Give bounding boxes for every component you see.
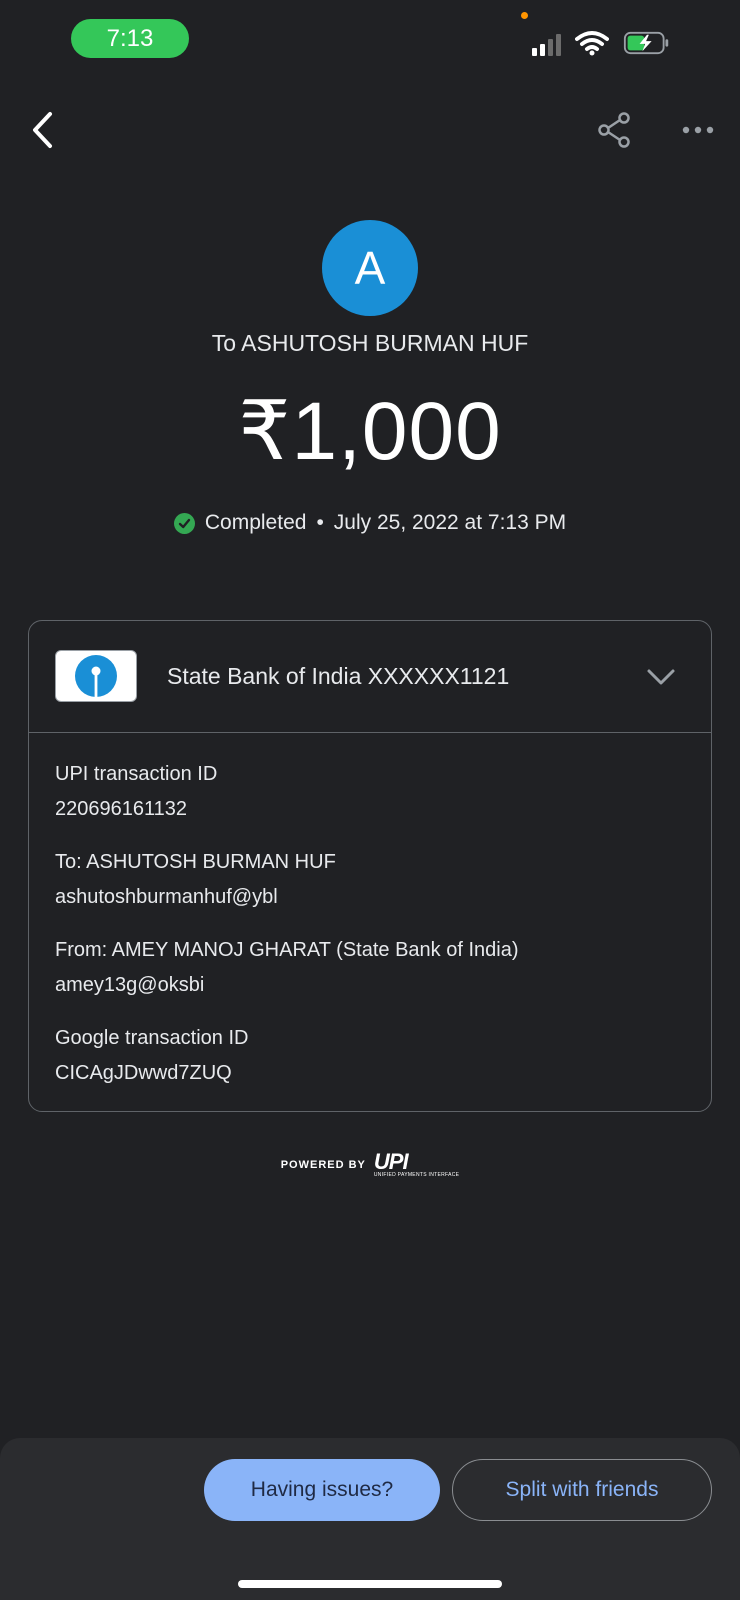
- signal-icon: [532, 30, 561, 56]
- detail-google-transaction-id: Google transaction ID CICAgJDwwd7ZUQ: [55, 1025, 685, 1113]
- upi-logo-subtext: UNIFIED PAYMENTS INTERFACE: [373, 1172, 460, 1178]
- detail-value[interactable]: amey13g@oksbi: [55, 972, 685, 998]
- upi-logo: UPI UNIFIED PAYMENTS INTERFACE: [373, 1149, 460, 1179]
- detail-to: To: ASHUTOSH BURMAN HUF ashutoshburmanhu…: [55, 849, 685, 937]
- status-datetime: July 25, 2022 at 7:13 PM: [333, 511, 567, 534]
- having-issues-button[interactable]: Having issues?: [204, 1459, 440, 1521]
- privacy-indicator-dot: [521, 12, 528, 19]
- detail-label: UPI transaction ID: [55, 763, 218, 785]
- bank-account-name: State Bank of India XXXXXX1121: [167, 663, 510, 689]
- bank-account-row[interactable]: State Bank of India XXXXXX1121: [29, 621, 711, 733]
- more-horiz-icon: [682, 126, 714, 134]
- detail-label: To: ASHUTOSH BURMAN HUF: [55, 851, 336, 873]
- share-icon: [598, 112, 630, 148]
- detail-value[interactable]: 220696161132: [55, 796, 685, 822]
- home-indicator[interactable]: [238, 1580, 502, 1588]
- chevron-down-icon[interactable]: [641, 657, 681, 697]
- status-time: 7:13: [71, 19, 189, 58]
- powered-by-upi: POWERED BY UPI UNIFIED PAYMENTS INTERFAC…: [0, 1149, 740, 1179]
- bottom-action-bar: Having issues? Split with friends: [0, 1438, 740, 1600]
- detail-value[interactable]: CICAgJDwwd7ZUQ: [55, 1060, 685, 1086]
- sbi-logo-icon: [55, 650, 137, 702]
- powered-by-text: POWERED BY: [280, 1159, 366, 1171]
- payment-status-row: Completed • July 25, 2022 at 7:13 PM: [0, 511, 740, 535]
- status-text: Completed: [204, 511, 307, 534]
- back-button[interactable]: [20, 108, 64, 152]
- battery-charging-icon: [623, 31, 669, 55]
- back-arrow-icon: [33, 112, 52, 148]
- wifi-icon: [575, 31, 609, 56]
- check-circle-icon: [173, 512, 195, 534]
- payee-avatar: A: [322, 220, 418, 316]
- detail-upi-transaction-id: UPI transaction ID 220696161132: [55, 761, 685, 849]
- detail-from: From: AMEY MANOJ GHARAT (State Bank of I…: [55, 937, 685, 1025]
- detail-label: Google transaction ID: [55, 1027, 249, 1049]
- detail-value[interactable]: ashutoshburmanhuf@ybl: [55, 884, 685, 910]
- share-button[interactable]: [592, 108, 636, 152]
- payment-amount: ₹1,000: [238, 386, 502, 477]
- transaction-details-screen: 7:13 A To ASHUTOSH BURMAN HUF ₹1,000 Com…: [0, 0, 740, 1600]
- payee-name: To ASHUTOSH BURMAN HUF: [211, 330, 529, 356]
- more-options-button[interactable]: [676, 108, 720, 152]
- status-separator: •: [316, 511, 324, 534]
- details-list: UPI transaction ID 220696161132 To: ASHU…: [55, 761, 685, 1113]
- upi-logo-text: UPI: [373, 1149, 409, 1174]
- split-with-friends-button[interactable]: Split with friends: [452, 1459, 712, 1521]
- status-icons: [532, 28, 671, 58]
- detail-label: From: AMEY MANOJ GHARAT (State Bank of I…: [55, 939, 519, 961]
- transaction-details-card: State Bank of India XXXXXX1121 UPI trans…: [28, 620, 712, 1112]
